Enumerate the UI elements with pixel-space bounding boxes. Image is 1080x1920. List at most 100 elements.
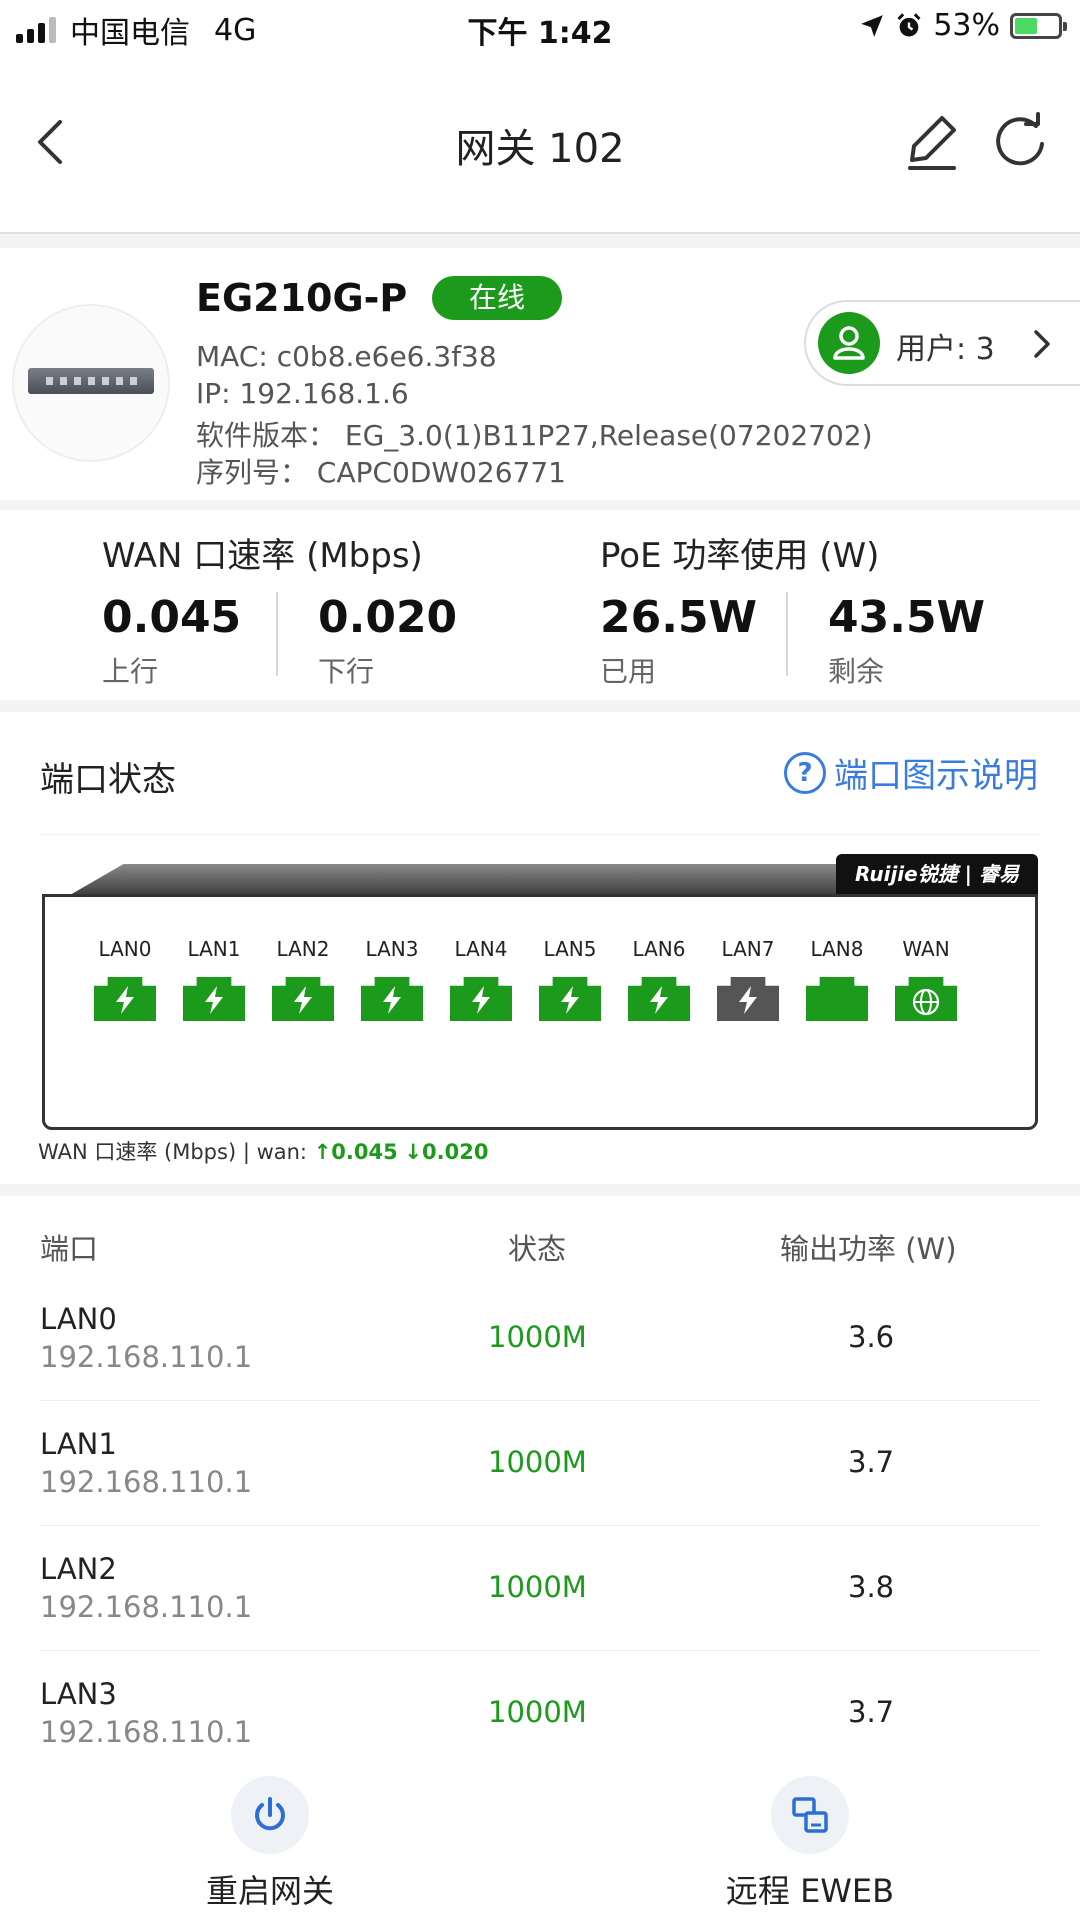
wan-rate-down: ↓0.020: [404, 1140, 489, 1164]
row-port-power: 3.8: [848, 1570, 895, 1604]
port-table: 端口 状态 输出功率 (W) LAN0 192.168.110.1 1000M …: [0, 1196, 1080, 1756]
port-label: LAN7: [721, 937, 775, 961]
row-port-ip: 192.168.110.1: [40, 1340, 253, 1374]
port-label: LAN5: [543, 937, 597, 961]
row-port-status: 1000M: [488, 1695, 587, 1729]
port-label: LAN0: [98, 937, 152, 961]
row-port-power: 3.7: [848, 1445, 895, 1479]
wan-rate-line: WAN 口速率 (Mbps) | wan: ↑0.045 ↓0.020: [38, 1136, 488, 1166]
device-model: EG210G-P: [196, 276, 408, 320]
alarm-icon: [897, 12, 921, 36]
port-legend-link[interactable]: ? 端口图示说明: [784, 748, 1038, 797]
row-port-ip: 192.168.110.1: [40, 1465, 253, 1499]
wan-up-value: 0.045: [102, 592, 242, 643]
nav-bar: 网关 102: [0, 92, 1080, 192]
user-icon: [818, 312, 880, 374]
poe-port-icon: [717, 977, 779, 1021]
remote-eweb-label: 远程 EWEB: [725, 1872, 895, 1910]
row-port-name: LAN0: [40, 1302, 117, 1336]
ethernet-port-icon: [806, 977, 868, 1021]
port-lan8[interactable]: LAN8: [801, 937, 873, 1021]
port-lan5[interactable]: LAN5: [534, 937, 606, 1021]
poe-port-icon: [94, 977, 156, 1021]
restart-gateway-label: 重启网关: [205, 1872, 334, 1910]
row-port-power: 3.6: [848, 1320, 895, 1354]
poe-used-label: 已用: [600, 655, 657, 688]
row-port-name: LAN1: [40, 1427, 117, 1461]
port-lan0[interactable]: LAN0: [89, 937, 161, 1021]
port-label: LAN8: [810, 937, 864, 961]
switch-diagram: LAN0 LAN1 LAN2 LAN3 LAN4 LAN5 LAN6 LAN7 LAN8 WAN: [42, 894, 1038, 1130]
globe-port-icon: [895, 977, 957, 1021]
section-gap: [0, 500, 1080, 510]
wan-up-label: 上行: [102, 655, 159, 688]
poe-usage-title: PoE 功率使用 (W): [600, 536, 880, 576]
port-wan[interactable]: WAN: [890, 937, 962, 1021]
row-port-status: 1000M: [488, 1320, 587, 1354]
location-arrow-icon: [861, 14, 884, 37]
poe-port-icon: [539, 977, 601, 1021]
refresh-icon[interactable]: [990, 112, 1050, 172]
row-port-power: 3.7: [848, 1695, 895, 1729]
port-lan6[interactable]: LAN6: [623, 937, 695, 1021]
port-lan4[interactable]: LAN4: [445, 937, 517, 1021]
status-bar: 中国电信 4G 下午 1:42 53%: [0, 0, 1080, 56]
column-header-power: 输出功率 (W): [780, 1232, 957, 1266]
remote-eweb-button[interactable]: 远程 EWEB: [690, 1776, 930, 1912]
wan-down-value: 0.020: [318, 592, 458, 643]
poe-remaining-value: 43.5W: [828, 592, 986, 643]
wan-rate-up: ↑0.045: [313, 1140, 398, 1164]
device-card: EG210G-P 在线 MAC: c0b8.e6e6.3f38 IP: 192.…: [0, 248, 1080, 500]
wan-rate-prefix: WAN 口速率 (Mbps) | wan:: [38, 1140, 314, 1164]
online-status-badge: 在线: [432, 276, 562, 320]
port-label: WAN: [902, 937, 950, 961]
column-header-status: 状态: [508, 1232, 567, 1266]
port-legend-label: 端口图示说明: [834, 756, 1038, 796]
power-icon: [231, 1776, 309, 1854]
poe-port-icon: [183, 977, 245, 1021]
stat-divider: [276, 592, 278, 676]
section-gap: [0, 700, 1080, 712]
remote-devices-icon: [771, 1776, 849, 1854]
chevron-right-icon: [1034, 330, 1050, 358]
battery-icon: [1010, 12, 1067, 39]
poe-remaining-label: 剩余: [828, 655, 885, 688]
row-port-status: 1000M: [488, 1570, 587, 1604]
port-label: LAN3: [365, 937, 419, 961]
poe-port-icon: [272, 977, 334, 1021]
users-button[interactable]: 用户: 3: [804, 300, 1080, 386]
port-lan2[interactable]: LAN2: [267, 937, 339, 1021]
restart-gateway-button[interactable]: 重启网关: [150, 1776, 390, 1912]
table-row[interactable]: LAN0 192.168.110.1 1000M 3.6: [40, 1276, 1040, 1401]
device-serial: 序列号： CAPC0DW026771: [196, 456, 566, 489]
table-row[interactable]: LAN1 192.168.110.1 1000M 3.7: [40, 1401, 1040, 1526]
poe-port-icon: [450, 977, 512, 1021]
table-row[interactable]: LAN3 192.168.110.1 1000M 3.7: [40, 1651, 1040, 1756]
wan-down-label: 下行: [318, 655, 375, 688]
port-label: LAN4: [454, 937, 508, 961]
port-lan7[interactable]: LAN7: [712, 937, 784, 1021]
section-gap: [0, 234, 1080, 248]
port-label: LAN1: [187, 937, 241, 961]
poe-port-icon: [361, 977, 423, 1021]
port-label: LAN6: [632, 937, 686, 961]
row-port-status: 1000M: [488, 1445, 587, 1479]
row-port-name: LAN2: [40, 1552, 117, 1586]
port-lan3[interactable]: LAN3: [356, 937, 428, 1021]
port-label: LAN2: [276, 937, 330, 961]
column-header-port: 端口: [40, 1232, 99, 1266]
poe-used-value: 26.5W: [600, 592, 758, 643]
row-port-ip: 192.168.110.1: [40, 1590, 253, 1624]
users-count: 用户: 3: [896, 332, 995, 367]
device-software-version: 软件版本： EG_3.0(1)B11P27,Release(07202702): [196, 419, 873, 452]
brand-logo: Ruijie锐捷 | 睿易: [836, 854, 1038, 894]
device-mac: MAC: c0b8.e6e6.3f38: [196, 340, 497, 373]
port-status-section: 端口状态 ? 端口图示说明 Ruijie锐捷 | 睿易 LAN0 LAN1 LAN2…: [0, 712, 1080, 1184]
table-row[interactable]: LAN2 192.168.110.1 1000M 3.8: [40, 1526, 1040, 1651]
poe-port-icon: [628, 977, 690, 1021]
device-image: [12, 304, 170, 462]
port-lan1[interactable]: LAN1: [178, 937, 250, 1021]
stats-panel: WAN 口速率 (Mbps) 0.045 上行 0.020 下行 PoE 功率使…: [0, 510, 1080, 700]
pencil-icon[interactable]: [904, 112, 960, 172]
device-ip: IP: 192.168.1.6: [196, 377, 409, 410]
